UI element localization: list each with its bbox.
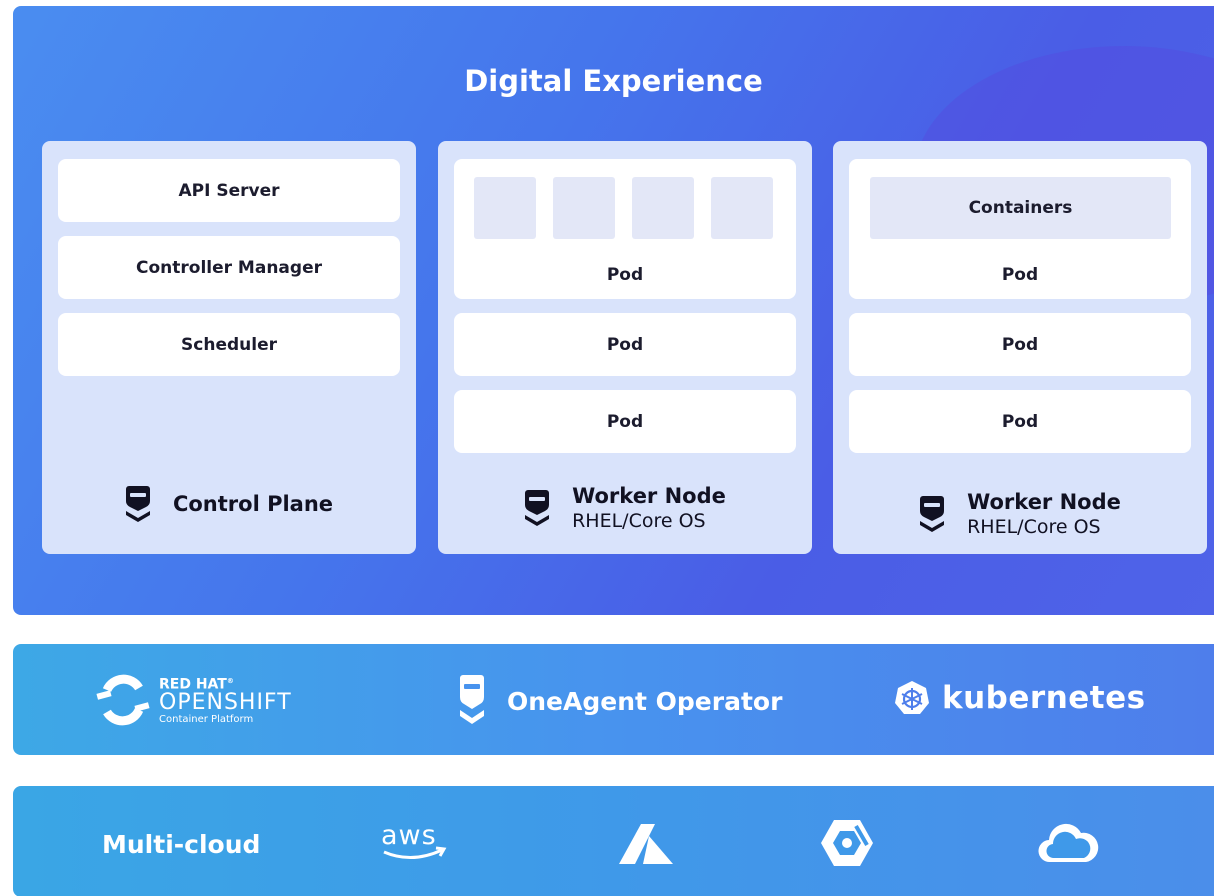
pod-label: Pod [1001, 265, 1039, 285]
container-tile [553, 177, 615, 239]
azure-icon [617, 822, 675, 870]
worker-node-card-1: Pod Pod Pod Worker Node RHEL/Core OS [438, 141, 812, 554]
kubernetes-logo: kubernetes [894, 680, 1146, 716]
aws-icon: aws [378, 818, 450, 870]
worker-node-os: RHEL/Core OS [572, 510, 706, 532]
oneagent-operator: OneAgent Operator [459, 673, 782, 729]
worker-node-os: RHEL/Core OS [967, 516, 1101, 538]
control-plane-card: API Server Controller Manager Scheduler … [42, 141, 416, 554]
container-tile [711, 177, 773, 239]
svg-text:aws: aws [381, 820, 437, 851]
pod-box: Pod [454, 159, 796, 299]
scheduler-box: Scheduler [58, 313, 400, 376]
worker-node-footer: Worker Node RHEL/Core OS [438, 484, 812, 532]
panel-title: Digital Experience [464, 64, 763, 98]
digital-experience-panel: Digital Experience API Server Controller… [13, 6, 1214, 615]
cloud-icon [1036, 820, 1100, 870]
dynatrace-agent-icon [525, 490, 550, 526]
pod-box: Pod [849, 390, 1191, 453]
pod-box: Pod [454, 313, 796, 376]
google-cloud-icon [820, 818, 874, 872]
openshift-icon [96, 674, 150, 726]
containers-bar: Containers [870, 177, 1171, 239]
controller-manager-box: Controller Manager [58, 236, 400, 299]
api-server-box: API Server [58, 159, 400, 222]
operator-label: OneAgent Operator [507, 686, 783, 716]
dynatrace-agent-icon [125, 486, 150, 522]
dynatrace-agent-icon [920, 496, 945, 532]
openshift-logo: RED HAT® OPENSHIFT Container Platform [95, 672, 292, 728]
container-tiles [474, 177, 773, 239]
pod-label: Pod [606, 265, 644, 285]
worker-node-card-2: Containers Pod Pod Pod Worker Node RHEL/… [833, 141, 1207, 554]
pod-box: Pod [454, 390, 796, 453]
control-plane-label: Control Plane [172, 492, 334, 516]
control-plane-footer: Control Plane [42, 484, 416, 524]
trademark-mark: ® [226, 677, 234, 686]
kubernetes-label: kubernetes [942, 680, 1146, 716]
dynatrace-agent-icon [460, 675, 484, 724]
cloud-band: Multi-cloud aws [13, 786, 1214, 896]
container-tile [632, 177, 694, 239]
openshift-line3: Container Platform [159, 713, 254, 725]
pod-box: Containers Pod [849, 159, 1191, 299]
worker-node-footer: Worker Node RHEL/Core OS [833, 490, 1207, 538]
worker-node-label: Worker Node [572, 484, 726, 508]
multi-cloud-label: Multi-cloud [102, 830, 261, 859]
worker-node-label: Worker Node [967, 490, 1121, 514]
kubernetes-icon [895, 681, 929, 714]
architecture-diagram: Digital Experience API Server Controller… [0, 0, 1214, 896]
openshift-line2: OPENSHIFT [159, 689, 292, 715]
pod-box: Pod [849, 313, 1191, 376]
platform-band: RED HAT® OPENSHIFT Container Platform On… [13, 644, 1214, 755]
container-tile [474, 177, 536, 239]
